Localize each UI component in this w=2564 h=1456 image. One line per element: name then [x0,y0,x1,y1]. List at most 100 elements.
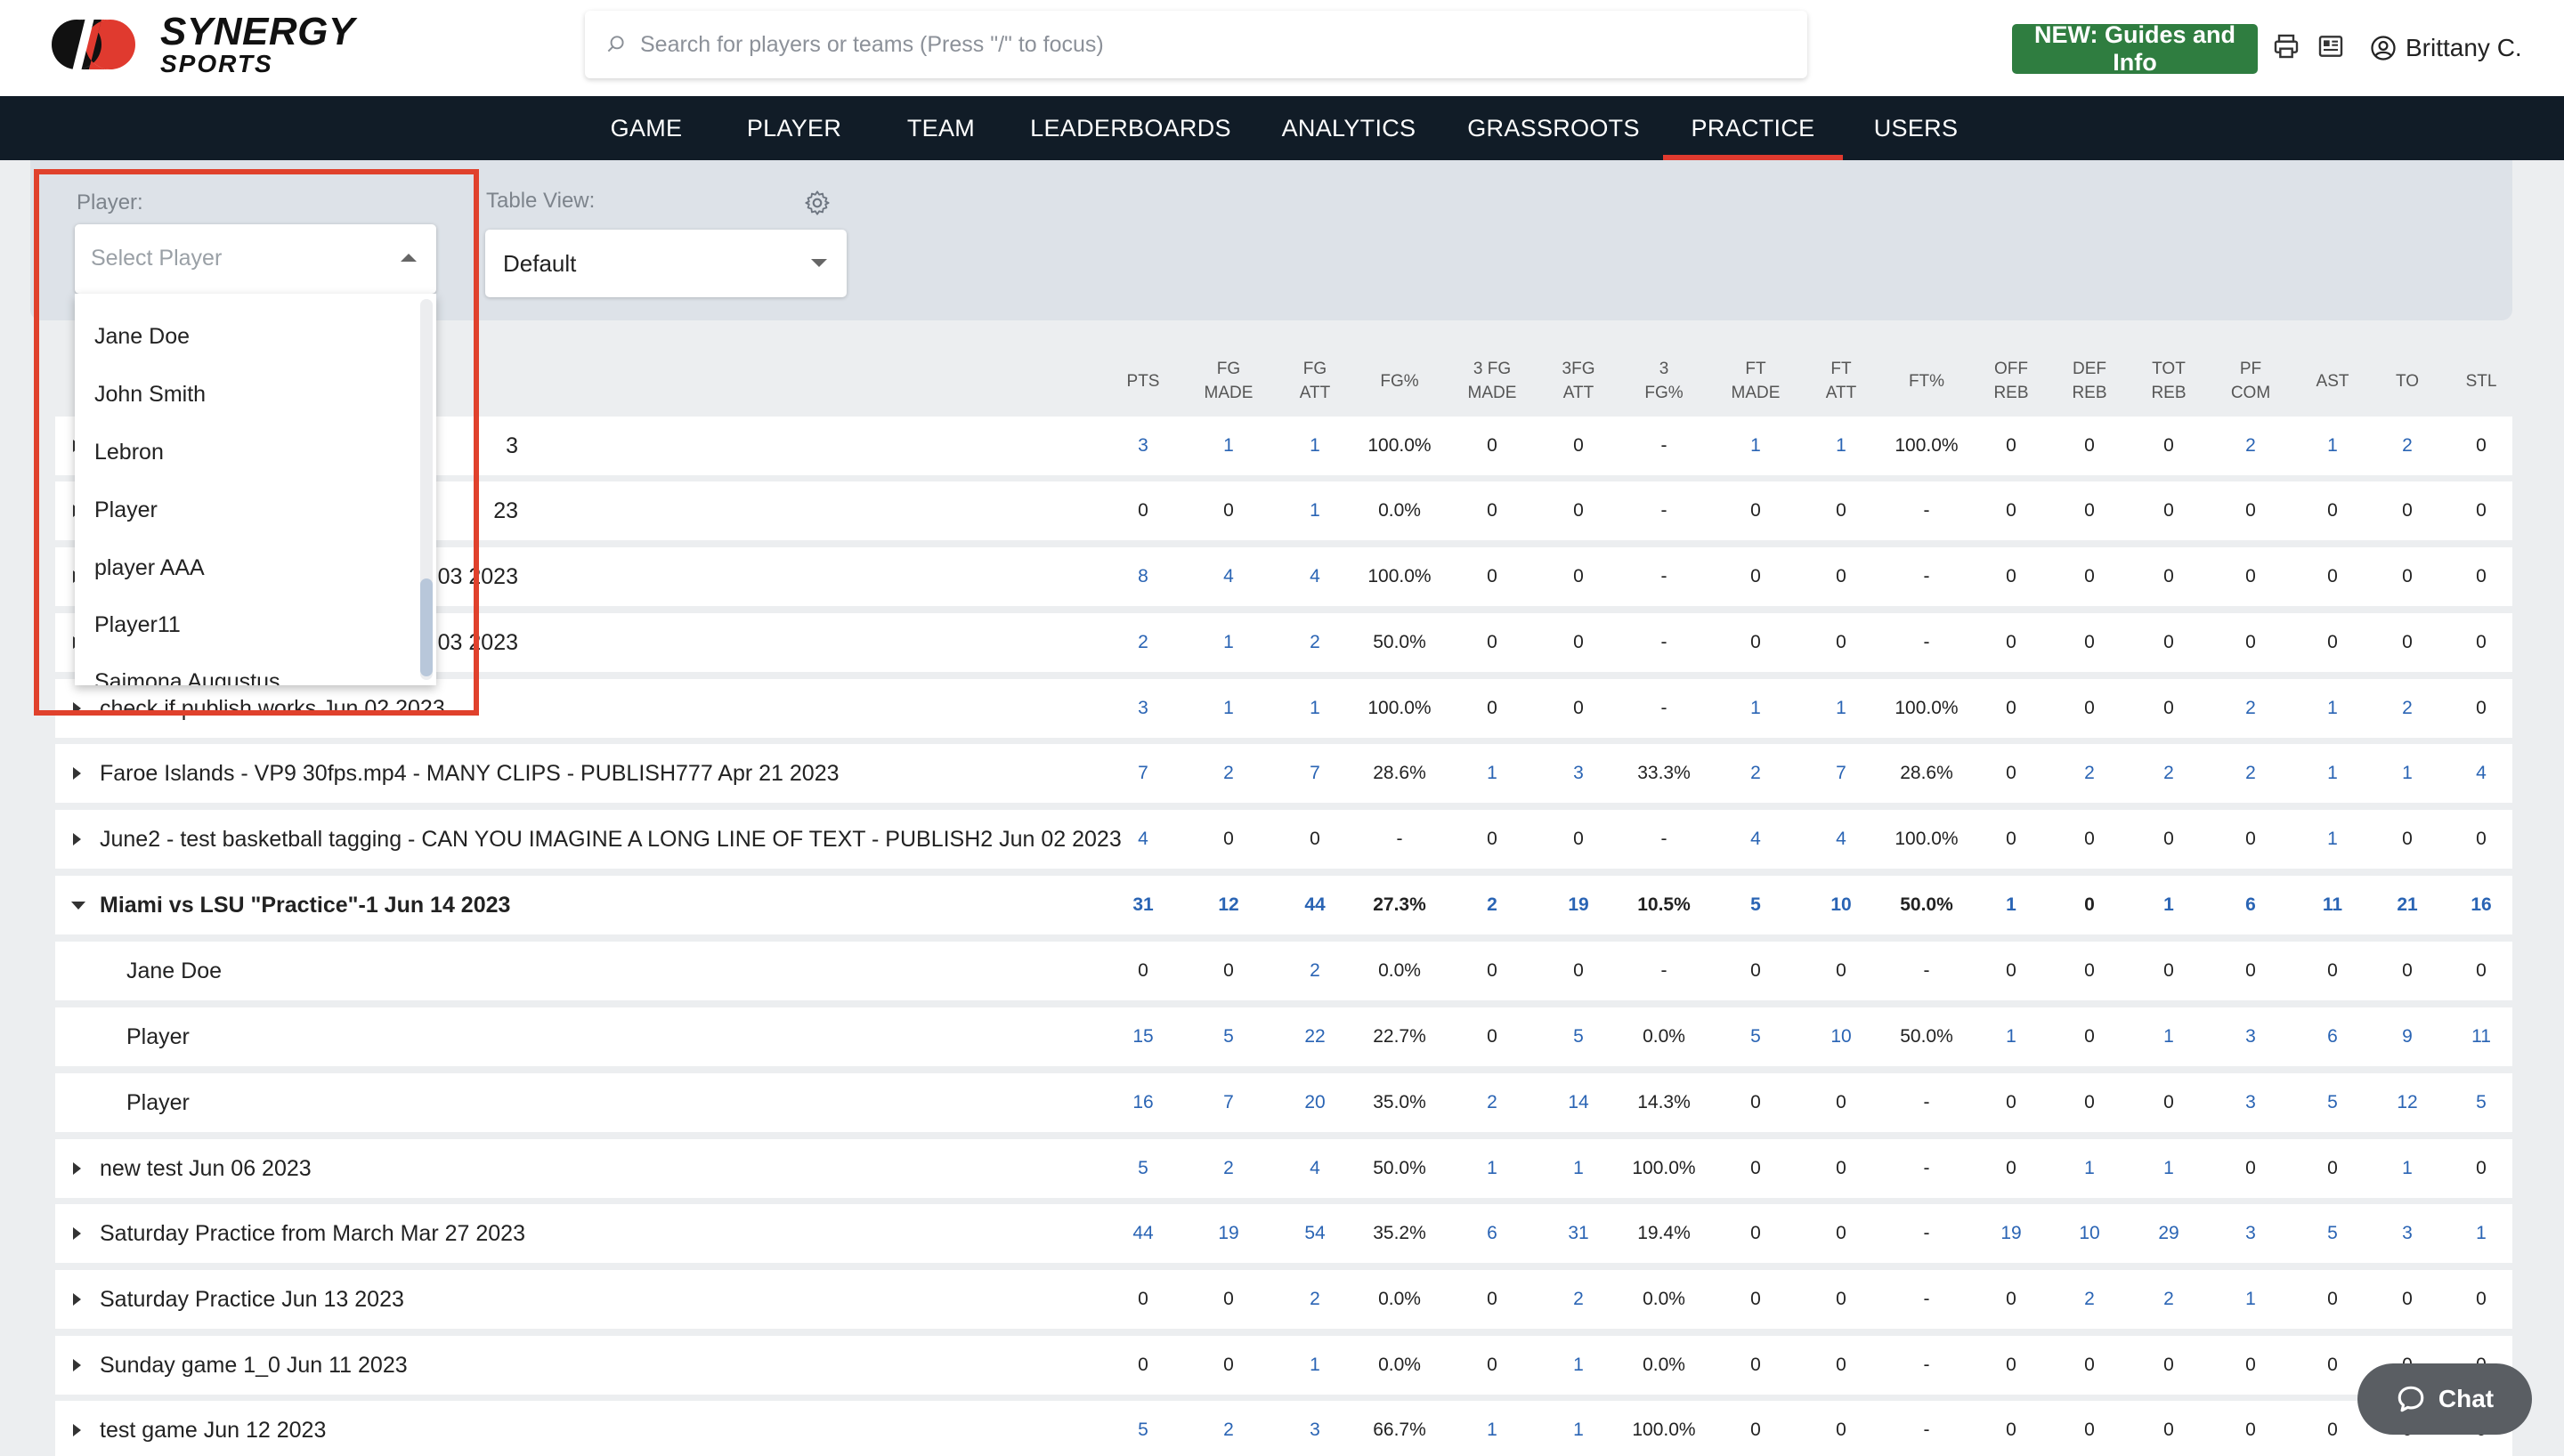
stat-cell[interactable]: 7 [1138,744,1148,803]
stat-cell[interactable]: 4 [1750,810,1761,869]
table-row[interactable]: June2 - test basketball tagging - CAN YO… [55,810,2512,869]
stat-cell[interactable]: 2 [2402,679,2413,738]
stat-cell[interactable]: 2 [1223,744,1234,803]
stat-cell[interactable]: 12 [2397,1073,2417,1132]
stat-cell[interactable]: 10 [2079,1204,2099,1263]
player-sub-row[interactable]: Player 16 7 20 35.0% 2 14 14.3% 0 0 - 0 0 0 3 5 12 5 [55,1073,2512,1132]
nav-grassroots[interactable]: GRASSROOTS [1467,96,1639,160]
stat-cell[interactable]: 29 [2158,1204,2179,1263]
stat-cell[interactable]: 2 [2402,417,2413,475]
column-header[interactable]: 3 FG MADE [1468,347,1517,415]
nav-player[interactable]: PLAYER [742,96,846,160]
stat-cell[interactable]: 1 [1223,417,1234,475]
player-select[interactable] [75,224,436,294]
player-option[interactable]: John Smith [94,382,206,408]
column-header[interactable]: DEF REB [2072,347,2106,415]
collapse-triangle-icon[interactable] [71,902,85,910]
stat-cell[interactable]: 4 [1138,810,1148,869]
stat-cell[interactable]: 1 [2163,1139,2174,1198]
stat-cell[interactable]: 1 [2476,1204,2487,1263]
stat-cell[interactable]: 2 [1487,876,1497,934]
expand-triangle-icon[interactable] [73,1293,81,1306]
stat-cell[interactable]: 1 [1223,679,1234,738]
column-header[interactable]: FG ATT [1300,347,1330,415]
nav-analytics[interactable]: ANALYTICS [1282,96,1416,160]
player-sub-row[interactable]: Player 15 5 22 22.7% 0 5 0.0% 5 10 50.0% 1 0 1 3 6 9 11 [55,1007,2512,1066]
stat-cell[interactable]: 2 [1310,1270,1320,1329]
expand-triangle-icon[interactable] [73,833,81,845]
stat-cell[interactable]: 9 [2402,1007,2413,1066]
stat-cell[interactable]: 7 [1310,744,1320,803]
expand-triangle-icon[interactable] [73,1424,81,1436]
column-header[interactable]: FG% [1380,347,1418,415]
table-row[interactable]: Faroe Islands - VP9 30fps.mp4 - MANY CLI… [55,744,2512,803]
table-view-select[interactable]: Default [485,230,847,297]
stat-cell[interactable]: 5 [1138,1139,1148,1198]
column-header[interactable]: STL [2466,347,2497,415]
stat-cell[interactable]: 11 [2471,1007,2491,1066]
stat-cell[interactable]: 1 [1836,417,1846,475]
stat-cell[interactable]: 1 [1573,1139,1584,1198]
stat-cell[interactable]: 1 [2327,744,2338,803]
expand-triangle-icon[interactable] [73,1162,81,1175]
stat-cell[interactable]: 2 [2245,744,2256,803]
stat-cell[interactable]: 2 [1223,1139,1234,1198]
table-row[interactable]: new test Jun 06 2023 5 2 4 50.0% 1 1 100.0% 0 0 - 0… [55,1139,2512,1198]
table-row[interactable]: check if publish works Jun 02 2023 3 1 1 100… [55,679,2512,738]
nav-leaderboards[interactable]: LEADERBOARDS [1030,96,1230,160]
stat-cell[interactable]: 7 [1836,744,1846,803]
stat-cell[interactable]: 2 [1223,1401,1234,1456]
stat-cell[interactable]: 6 [2245,876,2256,934]
stat-cell[interactable]: 2 [2163,1270,2174,1329]
stat-cell[interactable]: 15 [1132,1007,1153,1066]
nav-practice[interactable]: PRACTICE [1663,96,1843,160]
stat-cell[interactable]: 44 [1132,1204,1153,1263]
player-select-input[interactable] [91,240,358,276]
column-header[interactable]: PTS [1127,347,1160,415]
stat-cell[interactable]: 44 [1304,876,1325,934]
stat-cell[interactable]: 14 [1568,1073,1588,1132]
expand-triangle-icon[interactable] [73,702,81,715]
stat-cell[interactable]: 3 [1573,744,1584,803]
stat-cell[interactable]: 2 [2084,1270,2095,1329]
stat-cell[interactable]: 3 [1138,679,1148,738]
stat-cell[interactable]: 1 [2163,876,2174,934]
stat-cell[interactable]: 3 [2402,1204,2413,1263]
table-row[interactable]: Saturday Practice Jun 13 2023 0 0 2 0.0% 0 2 0.… [55,1270,2512,1329]
column-header[interactable]: 3FG ATT [1562,347,1595,415]
stat-cell[interactable]: 2 [2245,679,2256,738]
dropdown-scrollbar-thumb[interactable] [420,578,433,676]
stat-cell[interactable]: 21 [2397,876,2417,934]
stat-cell[interactable]: 11 [2323,876,2342,934]
chevron-up-icon[interactable] [401,254,417,262]
stat-cell[interactable]: 4 [2476,744,2487,803]
stat-cell[interactable]: 2 [1310,613,1320,672]
stat-cell[interactable]: 3 [1138,417,1148,475]
stat-cell[interactable]: 1 [1573,1336,1584,1395]
stat-cell[interactable]: 6 [1487,1204,1497,1263]
stat-cell[interactable]: 6 [2327,1007,2338,1066]
stat-cell[interactable]: 22 [1304,1007,1325,1066]
stat-cell[interactable]: 4 [1836,810,1846,869]
stat-cell[interactable]: 5 [1750,1007,1761,1066]
player-option[interactable]: Jane Doe [94,324,190,350]
stat-cell[interactable]: 16 [1132,1073,1153,1132]
stat-cell[interactable]: 2 [2245,417,2256,475]
column-header[interactable]: PF COM [2231,347,2270,415]
stat-cell[interactable]: 5 [2327,1073,2338,1132]
expand-triangle-icon[interactable] [73,1227,81,1240]
stat-cell[interactable]: 5 [1138,1401,1148,1456]
stat-cell[interactable]: 4 [1223,547,1234,606]
stat-cell[interactable]: 2 [1138,613,1148,672]
stat-cell[interactable]: 3 [1310,1401,1320,1456]
stat-cell[interactable]: 1 [2245,1270,2256,1329]
expand-triangle-icon[interactable] [73,767,81,780]
stat-cell[interactable]: 19 [1218,1204,1238,1263]
stat-cell[interactable]: 20 [1304,1073,1325,1132]
stat-cell[interactable]: 1 [2084,1139,2095,1198]
column-header[interactable]: FT MADE [1732,347,1781,415]
stat-cell[interactable]: 1 [1750,679,1761,738]
nav-team[interactable]: TEAM [899,96,983,160]
stat-cell[interactable]: 1 [2327,417,2338,475]
stat-cell[interactable]: 7 [1223,1073,1234,1132]
